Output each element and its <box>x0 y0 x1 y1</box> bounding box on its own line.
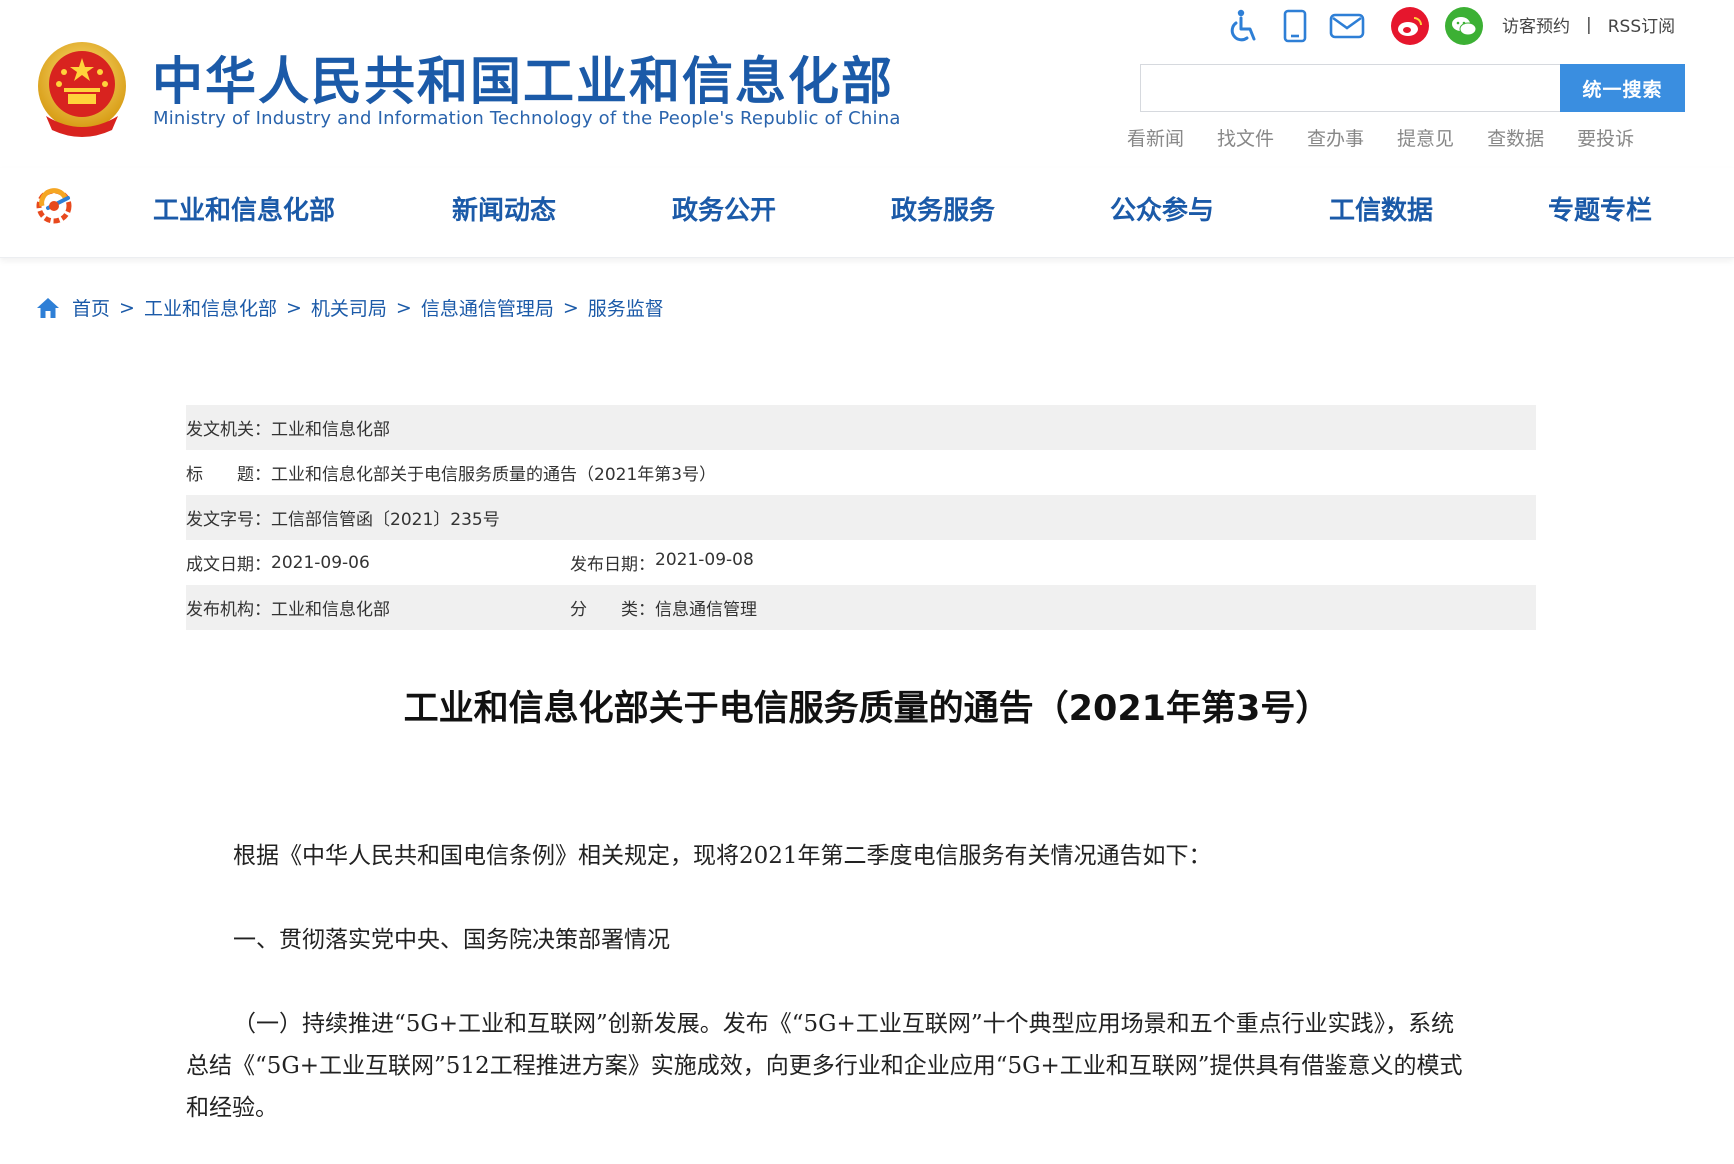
meta-category-cell: 分 类： 信息通信管理 <box>570 595 757 620</box>
nav-item-gov-services[interactable]: 政务服务 <box>891 190 995 227</box>
quick-link-feedback[interactable]: 提意见 <box>1397 124 1454 151</box>
home-icon[interactable] <box>36 297 60 319</box>
quick-link-complaint[interactable]: 要投诉 <box>1577 124 1634 151</box>
article-paragraph-line: （一）持续推进“5G+工业和互联网”创新发展。发布《“5G+工业互联网”十个典型… <box>233 1011 1455 1037</box>
meta-org-value: 工业和信息化部 <box>271 600 390 620</box>
quick-link-files[interactable]: 找文件 <box>1217 124 1274 151</box>
top-links-divider: | <box>1586 14 1592 35</box>
nav-item-gov-affairs[interactable]: 政务公开 <box>672 190 776 227</box>
meta-published-cell: 发布日期： 2021-09-08 <box>570 550 754 575</box>
meta-category-label: 分 类： <box>570 600 655 620</box>
meta-written-value: 2021-09-06 <box>271 552 370 573</box>
quick-link-news[interactable]: 看新闻 <box>1127 124 1184 151</box>
meta-doc-no-label: 发文字号： <box>186 510 271 530</box>
nav-item-data[interactable]: 工信数据 <box>1329 190 1433 227</box>
breadcrumb-separator: > <box>285 296 302 319</box>
site-subtitle: Ministry of Industry and Information Tec… <box>153 108 901 129</box>
meta-row-org: 发布机构： 工业和信息化部 分 类： 信息通信管理 <box>186 585 1536 630</box>
breadcrumb-separator: > <box>562 296 579 319</box>
meta-published-value: 2021-09-08 <box>655 550 754 570</box>
meta-written-label: 成文日期： <box>186 555 271 575</box>
article-title: 工业和信息化部关于电信服务质量的通告（2021年第3号） <box>403 689 1331 729</box>
article-section-heading: 一、贯彻落实党中央、国务院决策部署情况 <box>233 927 670 953</box>
breadcrumb-service-supervision[interactable]: 服务监督 <box>588 294 664 321</box>
unified-search-button[interactable]: 统一搜索 <box>1560 64 1685 112</box>
mail-icon[interactable] <box>1329 8 1365 44</box>
wechat-icon[interactable] <box>1445 7 1483 45</box>
meta-row-dates: 成文日期： 2021-09-06 发布日期： 2021-09-08 <box>186 540 1536 585</box>
breadcrumb-info-comm-bureau[interactable]: 信息通信管理局 <box>421 294 554 321</box>
breadcrumb-home[interactable]: 首页 <box>72 294 110 321</box>
meta-row-title: 标 题： 工业和信息化部关于电信服务质量的通告（2021年第3号） <box>186 450 1536 495</box>
meta-title-value: 工业和信息化部关于电信服务质量的通告（2021年第3号） <box>271 465 717 485</box>
meta-doc-no-value: 工信部信管函〔2021〕235号 <box>271 510 500 530</box>
meta-title-label: 标 题： <box>186 465 271 485</box>
mobile-icon[interactable] <box>1277 8 1313 44</box>
top-links: 访客预约 | RSS订阅 <box>1502 12 1675 38</box>
nav-item-ministry[interactable]: 工业和信息化部 <box>153 190 335 227</box>
quick-links: 看新闻 找文件 查办事 提意见 查数据 要投诉 <box>1127 124 1667 151</box>
accessibility-icon[interactable] <box>1225 8 1261 44</box>
meta-category-value: 信息通信管理 <box>655 600 757 620</box>
article-paragraph-line: 和经验。 <box>186 1095 278 1121</box>
meta-published-label: 发布日期： <box>570 555 655 575</box>
breadcrumb: 首页 > 工业和信息化部 > 机关司局 > 信息通信管理局 > 服务监督 <box>36 294 664 321</box>
site-title: 中华人民共和国工业和信息化部 <box>152 53 895 112</box>
meta-issuer-label: 发文机关： <box>186 420 271 440</box>
breadcrumb-ministry[interactable]: 工业和信息化部 <box>144 294 277 321</box>
rss-link[interactable]: RSS订阅 <box>1608 12 1675 37</box>
national-emblem-logo[interactable] <box>34 40 130 138</box>
weibo-icon[interactable] <box>1391 7 1429 45</box>
document-meta-table: 发文机关： 工业和信息化部 标 题： 工业和信息化部关于电信服务质量的通告（20… <box>186 405 1536 630</box>
meta-issuer-value: 工业和信息化部 <box>271 420 390 440</box>
meta-org-label: 发布机构： <box>186 600 271 620</box>
visitor-appointment-link[interactable]: 访客预约 <box>1502 12 1570 37</box>
breadcrumb-separator: > <box>395 296 412 319</box>
search-input[interactable] <box>1140 64 1561 112</box>
main-nav: 工业和信息化部 新闻动态 政务公开 政务服务 公众参与 工信数据 专题专栏 <box>0 168 1734 258</box>
article-paragraph-line: 总结《“5G+工业互联网”512工程推进方案》实施成效，向更多行业和企业应用“5… <box>186 1053 1463 1079</box>
breadcrumb-separator: > <box>119 296 135 319</box>
top-icon-bar <box>1225 6 1499 46</box>
meta-row-issuer: 发文机关： 工业和信息化部 <box>186 405 1536 450</box>
quick-link-data[interactable]: 查数据 <box>1487 124 1544 151</box>
nav-item-public-participation[interactable]: 公众参与 <box>1110 190 1214 227</box>
quick-link-services[interactable]: 查办事 <box>1307 124 1364 151</box>
gear-logo-icon[interactable] <box>32 184 76 228</box>
article-paragraph: 根据《中华人民共和国电信条例》相关规定，现将2021年第二季度电信服务有关情况通… <box>233 843 1212 869</box>
nav-item-special-topics[interactable]: 专题专栏 <box>1548 190 1652 227</box>
meta-row-doc-no: 发文字号： 工信部信管函〔2021〕235号 <box>186 495 1536 540</box>
breadcrumb-departments[interactable]: 机关司局 <box>311 294 387 321</box>
site-header: 中华人民共和国工业和信息化部 Ministry of Industry and … <box>0 0 1734 160</box>
nav-item-news[interactable]: 新闻动态 <box>452 190 556 227</box>
